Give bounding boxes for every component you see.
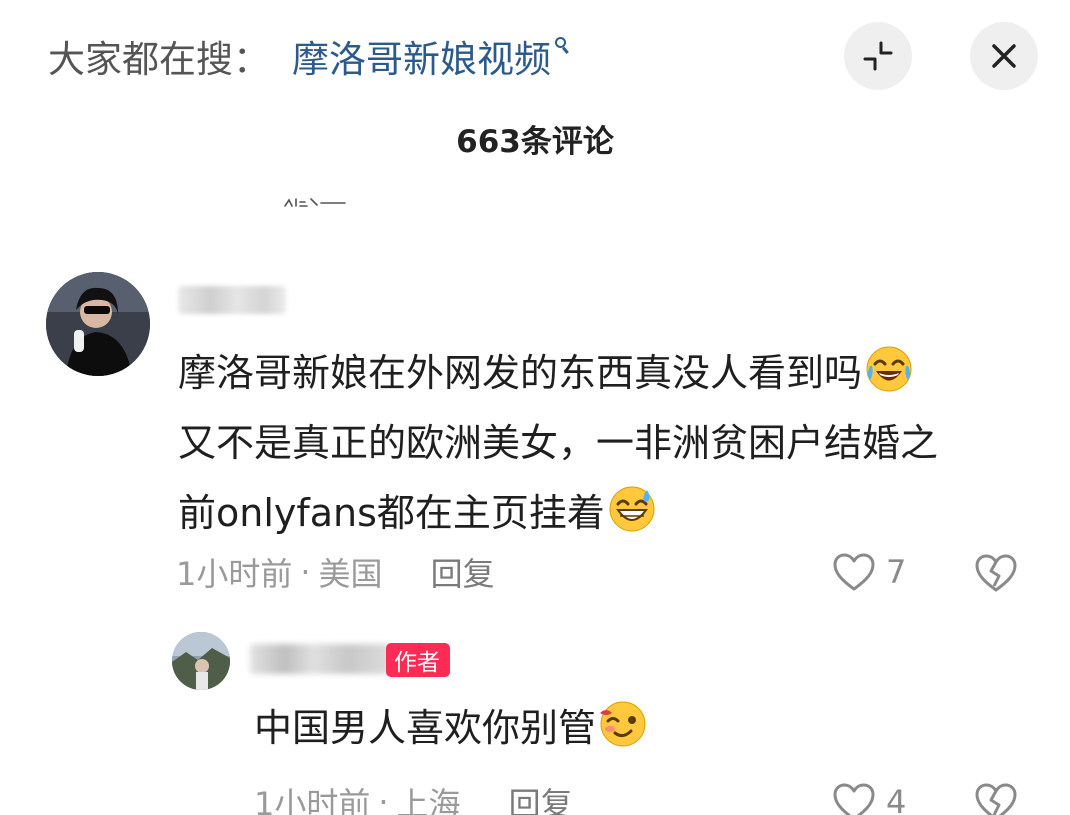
reply-button[interactable]: 回复 xyxy=(509,779,573,815)
trending-search-prefix: 大家都在搜： xyxy=(48,38,270,81)
laughing-crying-emoji xyxy=(864,344,914,394)
reply-location: 上海 xyxy=(396,785,461,815)
comment-text-line: 前onlyfans都在主页挂着 xyxy=(178,491,605,535)
close-icon xyxy=(992,44,1016,68)
heart-icon xyxy=(833,553,875,591)
collapse-icon xyxy=(863,41,893,71)
sweat-smile-emoji xyxy=(607,484,657,534)
reply-text: 中国男人喜欢你别管 xyxy=(254,698,648,758)
search-icon[interactable] xyxy=(553,35,569,57)
collapse-button[interactable] xyxy=(844,22,912,90)
username-blurred[interactable] xyxy=(250,644,390,674)
comment-timestamp: 1小时前 xyxy=(176,555,293,593)
comment-location: 美国 xyxy=(318,555,383,593)
avatar[interactable] xyxy=(46,272,150,376)
cropped-text-fragment xyxy=(284,198,346,207)
wink-emoji xyxy=(598,699,648,749)
reply-text-content: 中国男人喜欢你别管 xyxy=(254,706,597,750)
trending-search-query[interactable]: 摩洛哥新娘视频 xyxy=(292,29,551,83)
like-button[interactable]: 7 xyxy=(832,550,906,594)
heart-icon xyxy=(833,783,875,815)
meta-separator: · xyxy=(378,783,389,815)
author-badge: 作者 xyxy=(386,643,450,677)
like-count: 4 xyxy=(886,783,907,815)
comment-count-title: 663条评论 xyxy=(456,124,614,160)
comment-text-line: 摩洛哥新娘在外网发的东西真没人看到吗 xyxy=(178,351,863,395)
broken-heart-icon[interactable] xyxy=(974,553,1018,593)
comment-meta: 1小时前 · 美国 回复 xyxy=(176,550,495,594)
like-button[interactable]: 4 xyxy=(832,780,906,815)
trending-search-bar[interactable]: 大家都在搜： 摩洛哥新娘视频 xyxy=(48,28,569,84)
close-button[interactable] xyxy=(970,22,1038,90)
reply-meta: 1小时前 · 上海 回复 xyxy=(254,780,573,815)
meta-separator: · xyxy=(300,553,311,591)
username-blurred[interactable] xyxy=(178,286,286,314)
avatar[interactable] xyxy=(172,632,230,690)
comment-text: 摩洛哥新娘在外网发的东西真没人看到吗 又不是真正的欧洲美女，一非洲贫困户结婚之 … xyxy=(178,338,1038,548)
broken-heart-icon[interactable] xyxy=(974,782,1018,815)
reply-timestamp: 1小时前 xyxy=(254,785,371,815)
like-count: 7 xyxy=(886,553,907,591)
reply-button[interactable]: 回复 xyxy=(431,549,495,595)
comment-text-line: 又不是真正的欧洲美女，一非洲贫困户结婚之 xyxy=(178,421,939,465)
